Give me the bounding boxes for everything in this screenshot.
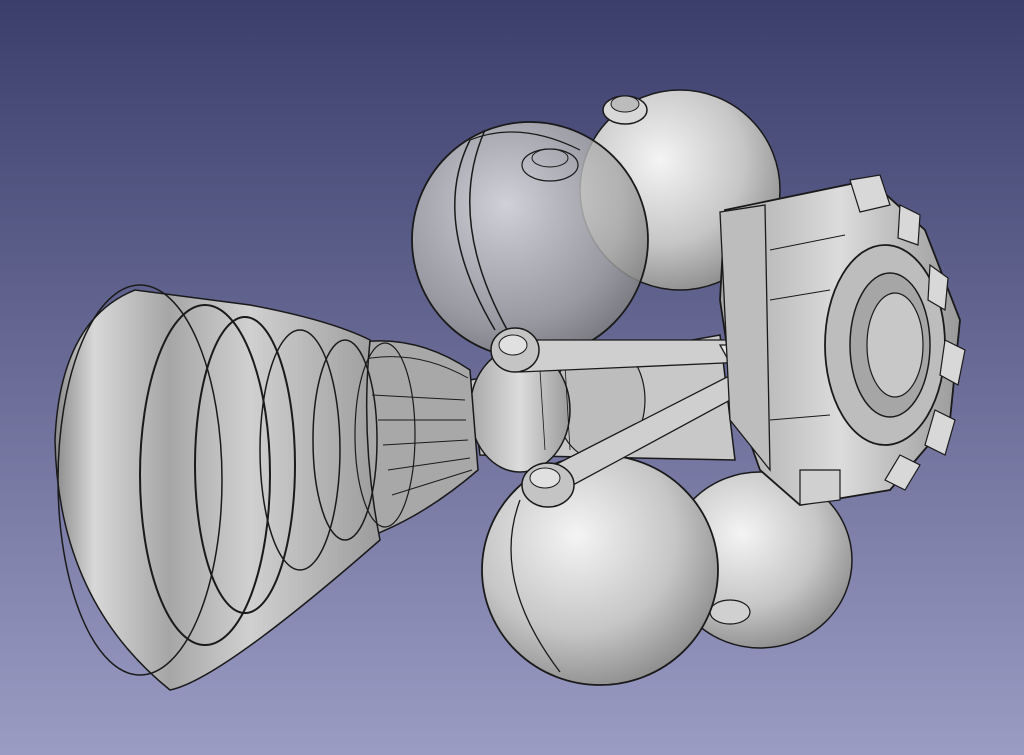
3d-viewport[interactable]: [0, 0, 1024, 755]
3d-scene[interactable]: [0, 0, 1024, 755]
propellant-tank-upper-left[interactable]: [411, 121, 649, 359]
propellant-tank-lower-left[interactable]: [481, 454, 719, 686]
